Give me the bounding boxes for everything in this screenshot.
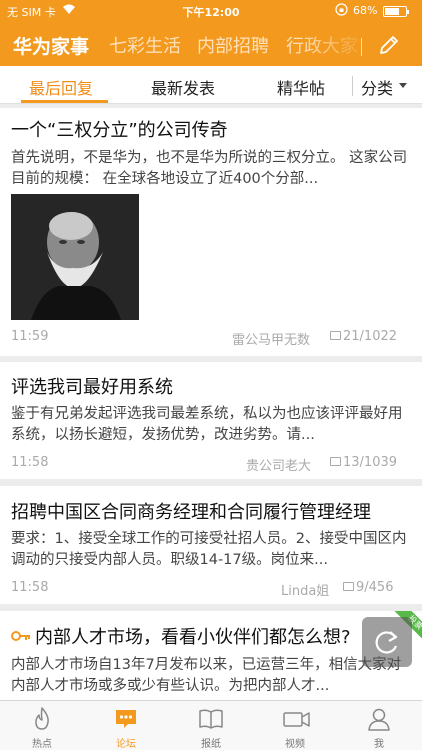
tab-newspaper-label: 报纸 <box>201 739 221 750</box>
chevron-down-icon <box>399 83 407 88</box>
tab-forum-label: 论坛 <box>116 739 136 750</box>
tab-me[interactable]: 我 <box>349 701 409 750</box>
tab-newest[interactable]: 最新发表 <box>151 75 215 99</box>
tab-last-reply[interactable]: 最后回复 <box>29 75 93 99</box>
list-item[interactable]: 一个“三权分立”的公司传奇 首先说明，不是华为，也不是华为所说的三权分立。 这家… <box>0 108 422 356</box>
list-item[interactable]: 招聘中国区合同商务经理和合同履行管理经理 要求：1、接受全球工作的可接受社招人员… <box>0 486 422 604</box>
post-excerpt: 首先说明，不是华为，也不是华为所说的三权分立。 这家公司目前的规模： 在全球各地… <box>11 150 408 187</box>
reply-view-count: 21/1022 <box>343 329 398 344</box>
user-icon <box>368 708 390 731</box>
tab-featured[interactable]: 精华帖 <box>277 75 325 99</box>
post-author: Linda姐 <box>281 584 330 599</box>
tab-divider <box>352 76 353 96</box>
rotation-lock-icon <box>335 3 348 19</box>
tab-video-label: 视频 <box>285 739 305 750</box>
status-bar: 无 SIM 卡 下午12:00 68% <box>0 0 422 22</box>
list-item[interactable]: 评选我司最好用系统 鉴于有兄弟发起评选我司最差系统，私以为也应该评评最好用系统，… <box>0 362 422 479</box>
post-author: 雷公马甲无数 <box>232 333 311 348</box>
post-stats: 13/1039 <box>330 455 397 470</box>
sort-tabs: 最后回复 最新发表 精华帖 分类 <box>0 66 422 104</box>
tab-hot[interactable]: 热点 <box>12 701 72 750</box>
tab-hot-label: 热点 <box>32 739 52 750</box>
post-stats: 21/1022 <box>330 329 397 344</box>
channel-bar: 华为家事 七彩生活 内部招聘 行政大家 <box>0 26 422 66</box>
tab-me-label: 我 <box>374 739 384 750</box>
bottom-tab-bar: 热点 论坛 报纸 视频 我 <box>0 700 422 750</box>
battery-percent: 68% <box>353 4 378 17</box>
book-icon <box>199 709 223 729</box>
tab-video[interactable]: 视频 <box>265 701 325 750</box>
comment-icon <box>330 457 341 466</box>
post-time: 11:59 <box>11 329 49 344</box>
post-time: 11:58 <box>11 580 49 595</box>
post-title: 评选我司最好用系统 <box>11 377 173 398</box>
list-item[interactable]: 内部人才市场，看看小伙伴们都怎么想? 内部人才市场自13年7月发布以来，已运营三… <box>0 611 422 700</box>
post-excerpt: 要求：1、接受全球工作的可接受社招人员。2、接受中国区内调动的只接受内部人员。职… <box>11 531 407 568</box>
channel-colorful-life[interactable]: 七彩生活 <box>109 32 181 58</box>
post-thumbnail[interactable] <box>11 194 139 320</box>
category-dropdown[interactable]: 分类 <box>361 75 393 99</box>
portrait-image <box>11 194 139 320</box>
flame-icon <box>35 707 49 730</box>
post-title: 一个“三权分立”的公司传奇 <box>11 120 228 141</box>
edit-channels-button[interactable] <box>376 32 402 58</box>
battery-icon <box>383 6 409 17</box>
tab-forum[interactable]: 论坛 <box>96 701 156 750</box>
top-bar: 无 SIM 卡 下午12:00 68% 华为家事 七彩生活 内部招聘 行政大家 <box>0 0 422 66</box>
post-time: 11:58 <box>11 455 49 470</box>
channel-internal-jobs[interactable]: 内部招聘 <box>197 32 269 58</box>
refresh-icon <box>375 631 398 654</box>
post-excerpt: 内部人才市场自13年7月发布以来，已运营三年，相信大家对内部人才市场或多或少有些… <box>11 657 402 694</box>
post-author: 贵公司老大 <box>246 459 312 474</box>
chat-bubble-icon <box>116 710 136 728</box>
channel-fade <box>300 26 370 66</box>
post-title: 内部人才市场，看看小伙伴们都怎么想? <box>35 627 351 648</box>
reply-view-count: 9/456 <box>356 580 394 595</box>
channel-huawei-family[interactable]: 华为家事 <box>13 32 89 59</box>
video-camera-icon <box>283 712 310 727</box>
reply-view-count: 13/1039 <box>343 455 398 470</box>
post-stats: 9/456 <box>343 580 393 595</box>
channel-divider <box>361 38 362 56</box>
comment-icon <box>330 331 341 340</box>
post-excerpt: 鉴于有兄弟发起评选我司最差系统，私以为也应该评评最好用系统，以扬长避短，发扬优势… <box>11 406 403 443</box>
active-tab-indicator <box>21 100 108 103</box>
comment-icon <box>343 582 354 591</box>
refresh-button[interactable] <box>362 617 412 667</box>
tab-newspaper[interactable]: 报纸 <box>181 701 241 750</box>
pencil-icon <box>380 36 398 54</box>
post-title: 招聘中国区合同商务经理和合同履行管理经理 <box>11 502 371 523</box>
key-icon <box>11 627 31 646</box>
